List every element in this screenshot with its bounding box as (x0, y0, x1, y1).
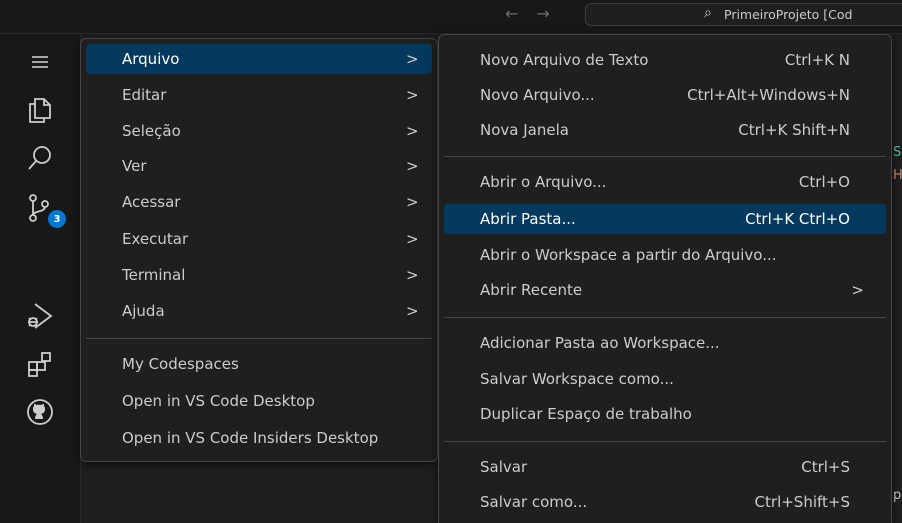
menu-item-label: Adicionar Pasta ao Workspace... (480, 334, 720, 352)
source-control-icon[interactable]: 3 (0, 184, 80, 232)
keybinding: Ctrl+K Ctrl+O (745, 210, 850, 228)
file-submenu: Novo Arquivo de Texto Ctrl+K N Novo Arqu… (438, 34, 892, 523)
search-icon: ⌕ (704, 5, 712, 21)
keybinding: Ctrl+Shift+S (754, 493, 850, 511)
menu-item-label: Ajuda (122, 302, 165, 320)
menu-separator (86, 338, 432, 339)
command-center-text: PrimeiroProjeto [Cod (724, 7, 853, 22)
navigation-arrows: ← → (505, 4, 575, 26)
menu-item-label: Acessar (122, 193, 181, 211)
menu-item-novo-arquivo-texto[interactable]: Novo Arquivo de Texto Ctrl+K N (444, 45, 886, 75)
menu-separator (444, 441, 886, 442)
menu-item-label: Nova Janela (480, 121, 569, 139)
chevron-right-icon: > (406, 50, 419, 68)
menu-item-label: Abrir Recente (480, 281, 583, 299)
menu-item-label: Ver (122, 157, 147, 175)
main-menu: Arquivo > Editar > Seleção > Ver > Acess… (80, 38, 438, 462)
extensions-icon[interactable] (0, 340, 80, 388)
keybinding: Ctrl+K N (784, 51, 850, 69)
menu-item-label: Open in VS Code Insiders Desktop (122, 429, 379, 447)
menu-item-label: Arquivo (122, 50, 180, 68)
menu-item-label: Editar (122, 86, 167, 104)
menu-separator (444, 156, 886, 157)
menu-item-ajuda[interactable]: Ajuda > (86, 296, 432, 326)
menu-item-arquivo[interactable]: Arquivo > (86, 44, 432, 74)
chevron-right-icon: > (406, 193, 419, 211)
menu-item-abrir-recente[interactable]: Abrir Recente > (444, 275, 886, 305)
menu-item-abrir-workspace[interactable]: Abrir o Workspace a partir do Arquivo... (444, 240, 886, 270)
forward-arrow-icon[interactable]: → (536, 4, 549, 26)
menu-item-label: Salvar Workspace como... (480, 370, 674, 388)
github-icon[interactable] (0, 388, 80, 436)
menu-item-my-codespaces[interactable]: My Codespaces (86, 349, 432, 379)
menu-item-open-vscode-desktop[interactable]: Open in VS Code Desktop (86, 386, 432, 416)
explorer-icon[interactable] (0, 86, 80, 134)
menu-item-abrir-arquivo[interactable]: Abrir o Arquivo... Ctrl+O (444, 167, 886, 197)
title-bar: ← → ⌕ PrimeiroProjeto [Cod (0, 0, 902, 34)
menu-item-editar[interactable]: Editar > (86, 80, 432, 110)
menu-item-acessar[interactable]: Acessar > (86, 187, 432, 217)
menu-item-abrir-pasta[interactable]: Abrir Pasta... Ctrl+K Ctrl+O (444, 204, 886, 234)
chevron-right-icon: > (406, 302, 419, 320)
menu-item-nova-janela[interactable]: Nova Janela Ctrl+K Shift+N (444, 115, 886, 145)
menu-item-label: My Codespaces (122, 355, 239, 373)
menu-item-label: Open in VS Code Desktop (122, 392, 315, 410)
menu-item-label: Seleção (122, 122, 181, 140)
command-center-search[interactable]: ⌕ PrimeiroProjeto [Cod (585, 3, 902, 26)
chevron-right-icon: > (406, 266, 419, 284)
keybinding: Ctrl+K Shift+N (738, 121, 850, 139)
menu-item-adicionar-pasta[interactable]: Adicionar Pasta ao Workspace... (444, 328, 886, 358)
chevron-right-icon: > (406, 122, 419, 140)
menu-icon[interactable] (0, 38, 80, 86)
menu-item-salvar-workspace[interactable]: Salvar Workspace como... (444, 364, 886, 394)
menu-item-selecao[interactable]: Seleção > (86, 116, 432, 146)
menu-item-salvar[interactable]: Salvar Ctrl+S (444, 452, 886, 482)
run-debug-icon[interactable] (0, 292, 80, 340)
keybinding: Ctrl+S (801, 458, 850, 476)
editor-peek-text: H (893, 168, 902, 183)
menu-item-label: Duplicar Espaço de trabalho (480, 405, 692, 423)
menu-item-label: Terminal (122, 266, 186, 284)
chevron-right-icon: > (406, 86, 419, 104)
chevron-right-icon: > (851, 281, 864, 299)
menu-item-label: Executar (122, 230, 189, 248)
menu-item-novo-arquivo[interactable]: Novo Arquivo... Ctrl+Alt+Windows+N (444, 80, 886, 110)
back-arrow-icon[interactable]: ← (505, 4, 518, 26)
menu-item-label: Abrir o Workspace a partir do Arquivo... (480, 246, 777, 264)
chevron-right-icon: > (406, 230, 419, 248)
menu-item-label: Salvar (480, 458, 528, 476)
source-control-badge: 3 (48, 210, 66, 228)
keybinding: Ctrl+Alt+Windows+N (687, 86, 850, 104)
menu-item-terminal[interactable]: Terminal > (86, 260, 432, 290)
menu-item-duplicar-espaco[interactable]: Duplicar Espaço de trabalho (444, 399, 886, 429)
editor-peek-text: S (893, 145, 902, 160)
editor-peek-text: p (893, 488, 902, 503)
activity-bar: 3 (0, 34, 81, 523)
menu-item-salvar-como[interactable]: Salvar como... Ctrl+Shift+S (444, 487, 886, 517)
keybinding: Ctrl+O (798, 173, 850, 191)
menu-item-executar[interactable]: Executar > (86, 224, 432, 254)
menu-separator (444, 317, 886, 318)
menu-item-label: Abrir Pasta... (480, 210, 576, 228)
menu-item-open-vscode-insiders[interactable]: Open in VS Code Insiders Desktop (86, 423, 432, 453)
search-activity-icon[interactable] (0, 134, 80, 182)
menu-item-label: Novo Arquivo... (480, 86, 595, 104)
menu-item-label: Abrir o Arquivo... (480, 173, 607, 191)
menu-item-label: Novo Arquivo de Texto (480, 51, 649, 69)
menu-item-label: Salvar como... (480, 493, 588, 511)
menu-item-ver[interactable]: Ver > (86, 151, 432, 181)
chevron-right-icon: > (406, 157, 419, 175)
